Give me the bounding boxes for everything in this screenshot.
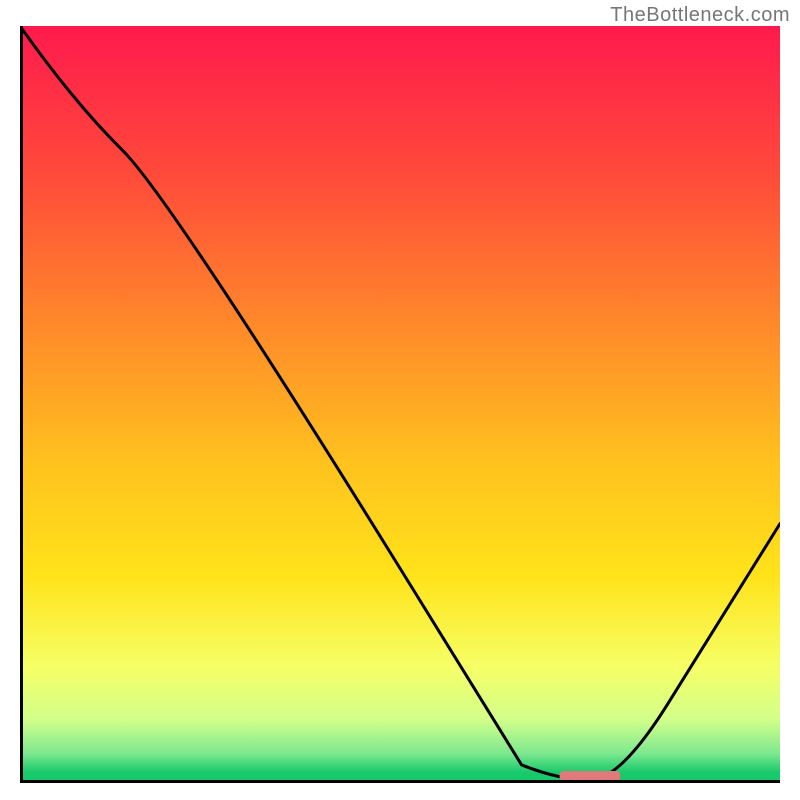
watermark-text: TheBottleneck.com bbox=[610, 4, 790, 27]
x-axis bbox=[20, 780, 780, 783]
bottleneck-chart bbox=[20, 26, 780, 780]
optimal-marker bbox=[560, 771, 621, 780]
y-axis bbox=[20, 26, 23, 780]
heat-gradient-bg bbox=[20, 26, 780, 780]
